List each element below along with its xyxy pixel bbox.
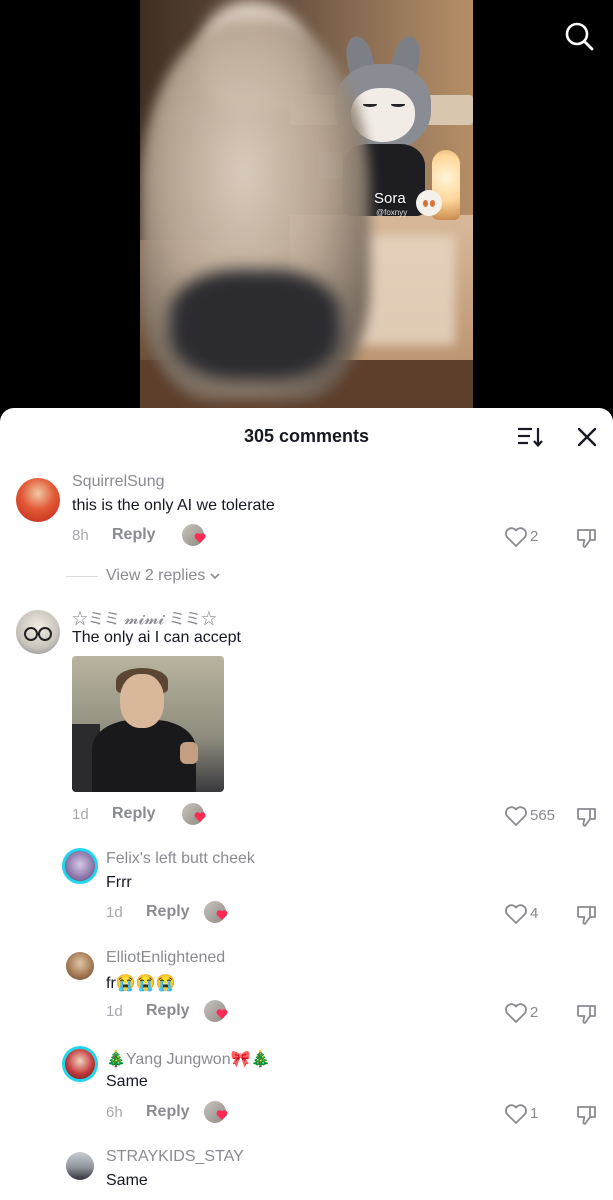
comment-username[interactable]: SquirrelSung <box>72 473 165 491</box>
comment-username[interactable]: 🎄Yang Jungwon🎀🎄 <box>106 1049 270 1069</box>
comment-time: 1d <box>106 1003 123 1020</box>
comment-time: 6h <box>106 1104 123 1121</box>
comment-text: fr😭😭😭 <box>106 975 176 992</box>
avatar[interactable] <box>62 1046 98 1082</box>
heart-icon[interactable] <box>504 526 528 548</box>
heart-icon[interactable] <box>504 1002 528 1024</box>
comment-text: The only ai I can accept <box>72 629 241 646</box>
like-count: 2 <box>530 1004 539 1021</box>
comment-text: this is the only AI we tolerate <box>72 497 275 514</box>
close-icon[interactable] <box>574 424 600 450</box>
sort-icon[interactable] <box>516 424 544 450</box>
comment-text: Same <box>106 1172 148 1189</box>
reply-button[interactable]: Reply <box>112 526 156 544</box>
comment-username[interactable]: Felix's left butt cheek <box>106 850 255 868</box>
like-count: 1 <box>530 1105 539 1122</box>
video-player[interactable]: Sora @foxnyy <box>0 0 613 420</box>
creator-heart-icon <box>216 910 228 920</box>
comments-sheet: 305 comments SquirrelSung this is the on… <box>0 408 613 1200</box>
creator-heart-icon <box>216 1009 228 1019</box>
comment-username[interactable]: ☆ミミ 𝓶𝓲𝓶𝓲 ミミ☆ <box>72 605 217 629</box>
dislike-icon[interactable] <box>575 903 599 927</box>
reply-button[interactable]: Reply <box>146 903 190 921</box>
comment-text: Same <box>106 1073 148 1090</box>
sora-logo-icon <box>416 190 442 216</box>
avatar[interactable] <box>66 1152 94 1180</box>
reply-button[interactable]: Reply <box>112 805 156 823</box>
comments-header: 305 comments <box>0 408 613 462</box>
glasses-icon <box>24 627 52 641</box>
blurred-foreground-body <box>170 270 340 380</box>
avatar[interactable] <box>62 848 98 884</box>
watermark-name: Sora <box>374 190 406 207</box>
chevron-down-icon <box>210 573 220 580</box>
comment-time: 1d <box>72 806 89 823</box>
like-count: 4 <box>530 905 539 922</box>
avatar[interactable] <box>16 478 60 522</box>
heart-icon[interactable] <box>504 903 528 925</box>
like-count: 565 <box>530 807 556 824</box>
heart-icon[interactable] <box>504 805 528 827</box>
replies-divider <box>66 575 98 577</box>
view-replies-button[interactable]: View 2 replies <box>66 566 221 586</box>
view-replies-label[interactable]: View 2 replies <box>106 567 205 585</box>
creator-heart-icon <box>216 1110 228 1120</box>
watermark-handle: @foxnyy <box>376 208 408 217</box>
like-count: 2 <box>530 528 539 545</box>
reply-button[interactable]: Reply <box>146 1002 190 1020</box>
comment-username[interactable]: ElliotEnlightened <box>106 949 225 967</box>
heart-icon[interactable] <box>504 1103 528 1125</box>
dislike-icon[interactable] <box>575 805 599 829</box>
comment-image[interactable] <box>72 656 224 792</box>
search-icon[interactable] <box>563 20 595 52</box>
comment-time: 1d <box>106 904 123 921</box>
avatar[interactable] <box>66 952 94 980</box>
reply-button[interactable]: Reply <box>146 1103 190 1121</box>
comment-time: 8h <box>72 527 89 544</box>
creator-heart-icon <box>194 812 206 822</box>
comment-username[interactable]: STRAYKIDS_STAY <box>106 1148 244 1166</box>
dislike-icon[interactable] <box>575 1002 599 1026</box>
video-frame[interactable]: Sora @foxnyy <box>140 0 473 420</box>
creator-heart-icon <box>194 533 206 543</box>
comment-text: Frrr <box>106 874 132 891</box>
dislike-icon[interactable] <box>575 526 599 550</box>
dislike-icon[interactable] <box>575 1103 599 1127</box>
